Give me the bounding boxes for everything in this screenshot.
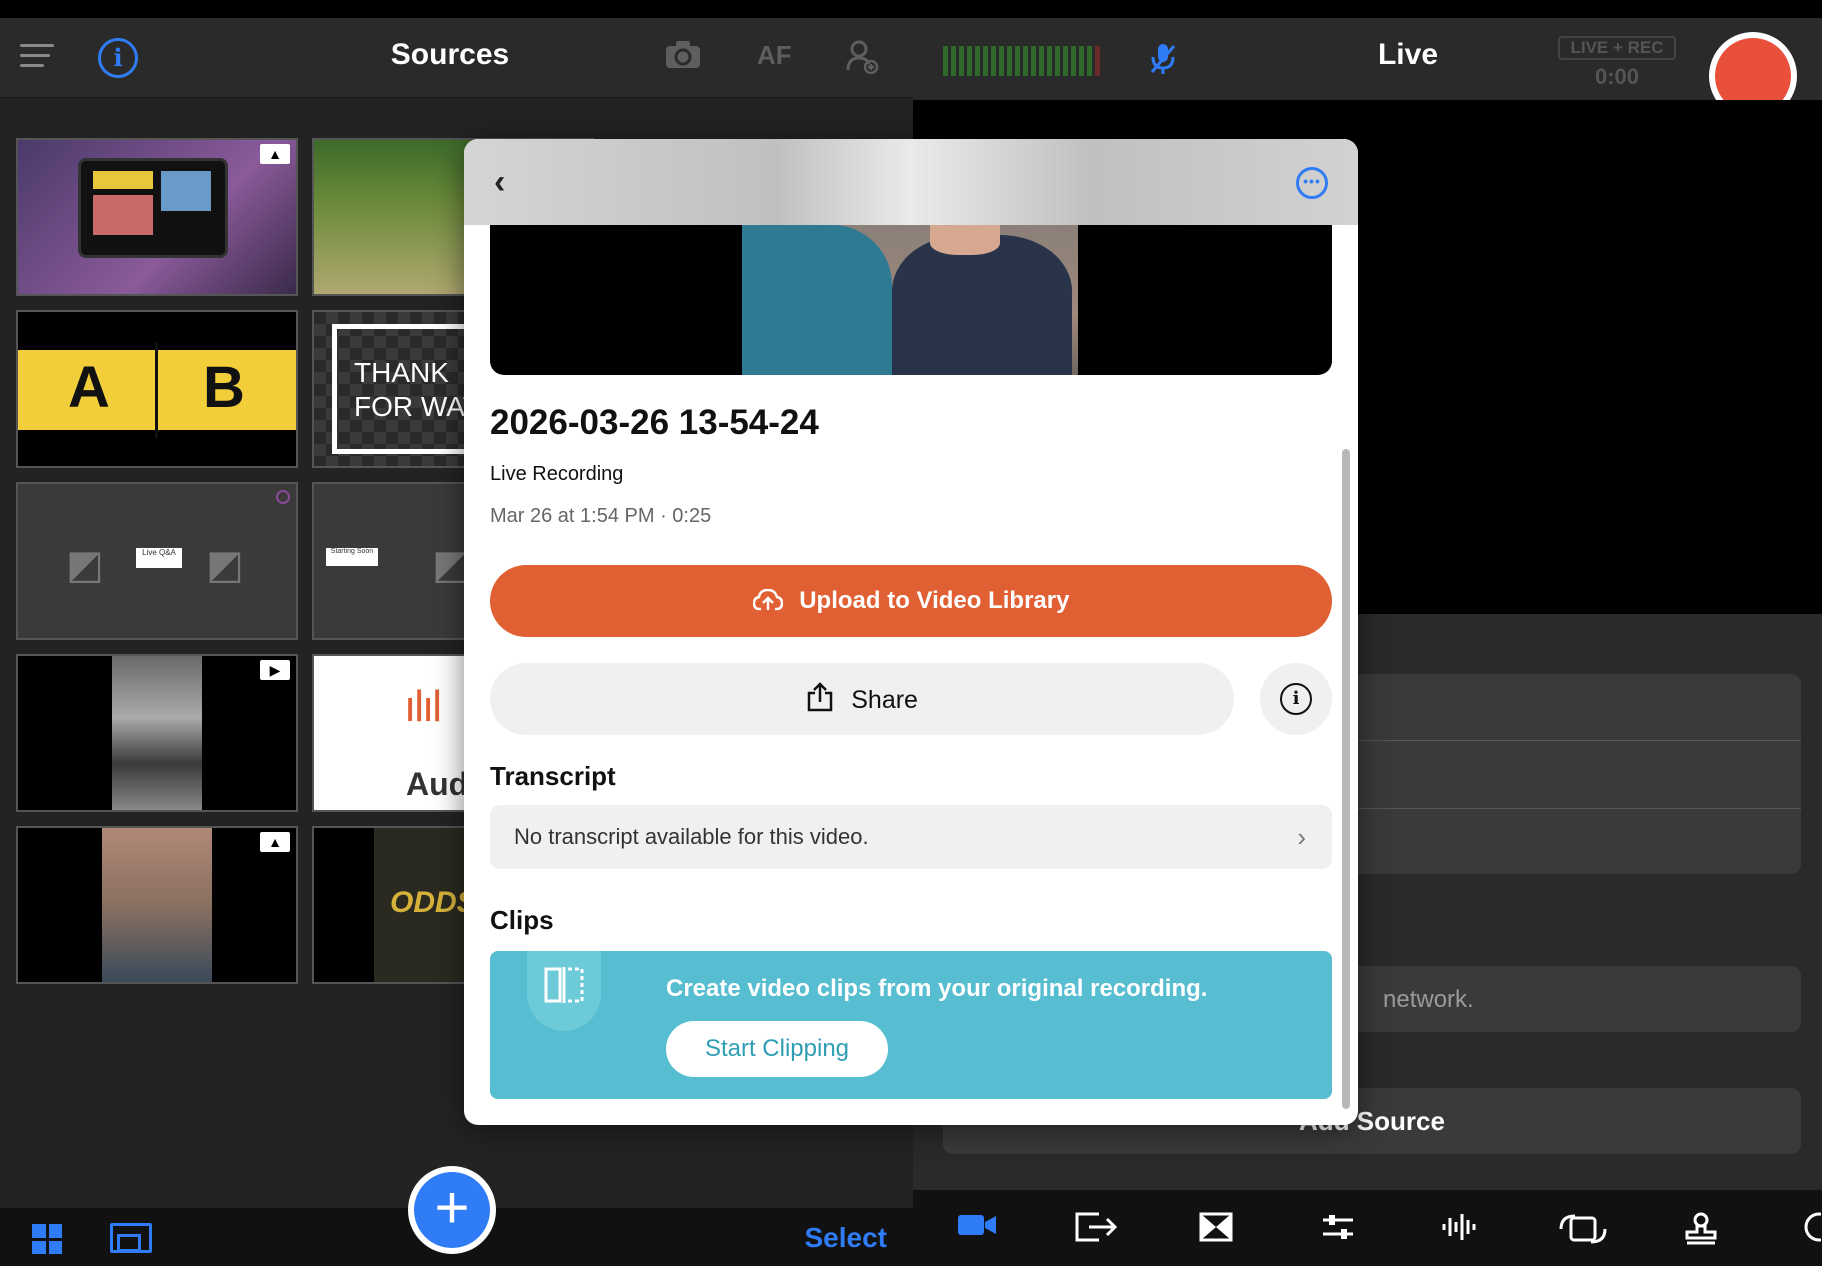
- autofocus-af-icon[interactable]: AF: [757, 40, 792, 71]
- clip-split-icon: [527, 951, 601, 1031]
- grid-view-icon[interactable]: [32, 1224, 62, 1254]
- audio-waveform-icon[interactable]: [1441, 1212, 1479, 1250]
- plus-icon: +: [414, 1172, 490, 1248]
- source-tile-tablet-photo[interactable]: ▲: [16, 138, 298, 296]
- video-camera-icon[interactable]: [957, 1212, 997, 1246]
- more-options-icon[interactable]: •••: [1296, 167, 1328, 199]
- share-button[interactable]: Share: [490, 663, 1234, 735]
- layout-view-icon[interactable]: [110, 1223, 152, 1253]
- tile-text-a: A: [68, 355, 110, 420]
- back-chevron-icon[interactable]: ‹: [494, 163, 505, 202]
- sheet-header: ‹ •••: [464, 139, 1358, 225]
- recording-info-button[interactable]: i: [1260, 663, 1332, 735]
- live-header: Live LIVE + REC 0:00: [913, 18, 1822, 120]
- switch-camera-icon[interactable]: [1559, 1212, 1607, 1254]
- tablet-image: [78, 158, 228, 258]
- share-label: Share: [851, 686, 918, 714]
- microphone-icon[interactable]: [1148, 42, 1178, 84]
- sources-title: Sources: [390, 38, 510, 71]
- transition-icon[interactable]: [1199, 1212, 1233, 1250]
- tile-thank-you-text: THANK FOR WAT: [354, 357, 480, 422]
- recording-type: Live Recording: [490, 463, 624, 485]
- clips-heading: Clips: [490, 905, 554, 935]
- transcript-row[interactable]: No transcript available for this video. …: [490, 805, 1332, 869]
- clips-description: Create video clips from your original re…: [666, 975, 1208, 1002]
- info-icon[interactable]: i: [98, 38, 138, 78]
- sliders-icon[interactable]: [1321, 1212, 1355, 1250]
- source-tile-live-qa[interactable]: ◩ Live Q&A ◩: [16, 482, 298, 640]
- start-clipping-button[interactable]: Start Clipping: [666, 1021, 888, 1077]
- sheet-scrollbar[interactable]: [1342, 449, 1350, 1109]
- live-title: Live: [1377, 38, 1439, 71]
- tile-audio-text: Aud: [406, 766, 469, 802]
- select-button[interactable]: Select: [805, 1222, 888, 1254]
- info-icon: i: [1280, 683, 1312, 715]
- recording-meta: Mar 26 at 1:54 PM · 0:25: [490, 505, 712, 527]
- audio-waveform-icon: ılıl: [404, 682, 442, 731]
- share-icon: [806, 682, 841, 714]
- audio-level-meter: [943, 46, 1115, 76]
- upload-to-video-library-button[interactable]: Upload to Video Library: [490, 565, 1332, 637]
- live-rec-badge: LIVE + REC: [1558, 36, 1676, 60]
- source-tile-ab-lower-third[interactable]: A B: [16, 310, 298, 468]
- camera-flip-icon[interactable]: [665, 40, 701, 77]
- recording-detail-sheet: ‹ ••• 2026-03-26 13-54-24 Live Recording…: [464, 139, 1358, 1125]
- image-icon: ▲: [260, 144, 290, 164]
- recording-video-preview[interactable]: [490, 225, 1332, 375]
- tile-live-qa-label: Live Q&A: [136, 548, 182, 568]
- tile-starting-soon-label: Starting Soon: [326, 548, 378, 566]
- tile-text-b: B: [203, 355, 245, 420]
- add-source-fab[interactable]: +: [408, 1166, 496, 1254]
- menu-icon[interactable]: [20, 44, 56, 72]
- output-icon[interactable]: [1073, 1212, 1118, 1250]
- recording-title: 2026-03-26 13-54-24: [490, 403, 819, 442]
- recording-timer: 0:00: [1594, 64, 1640, 89]
- transcript-heading: Transcript: [490, 761, 616, 791]
- network-status-text: network.: [1383, 986, 1474, 1013]
- upload-label: Upload to Video Library: [799, 587, 1070, 614]
- source-tile-bw-video[interactable]: ▶: [16, 654, 298, 812]
- camera-off-icon: ◩: [206, 543, 244, 587]
- source-tile-family-photo[interactable]: ▲: [16, 826, 298, 984]
- clips-promo-card: Create video clips from your original re…: [490, 951, 1332, 1099]
- stamp-icon[interactable]: [1683, 1212, 1719, 1254]
- camera-off-icon: ◩: [66, 543, 104, 587]
- add-person-icon[interactable]: [845, 40, 879, 81]
- play-icon: ▶: [260, 660, 290, 680]
- status-strip: [0, 0, 1822, 18]
- transcript-text: No transcript available for this video.: [514, 824, 869, 849]
- sources-header: i Sources AF: [0, 18, 913, 98]
- cloud-upload-icon: [752, 587, 790, 614]
- live-toolbar: [913, 1190, 1822, 1266]
- image-icon: ▲: [260, 832, 290, 852]
- chevron-right-icon: ›: [1297, 822, 1306, 852]
- chat-icon[interactable]: [1801, 1212, 1822, 1250]
